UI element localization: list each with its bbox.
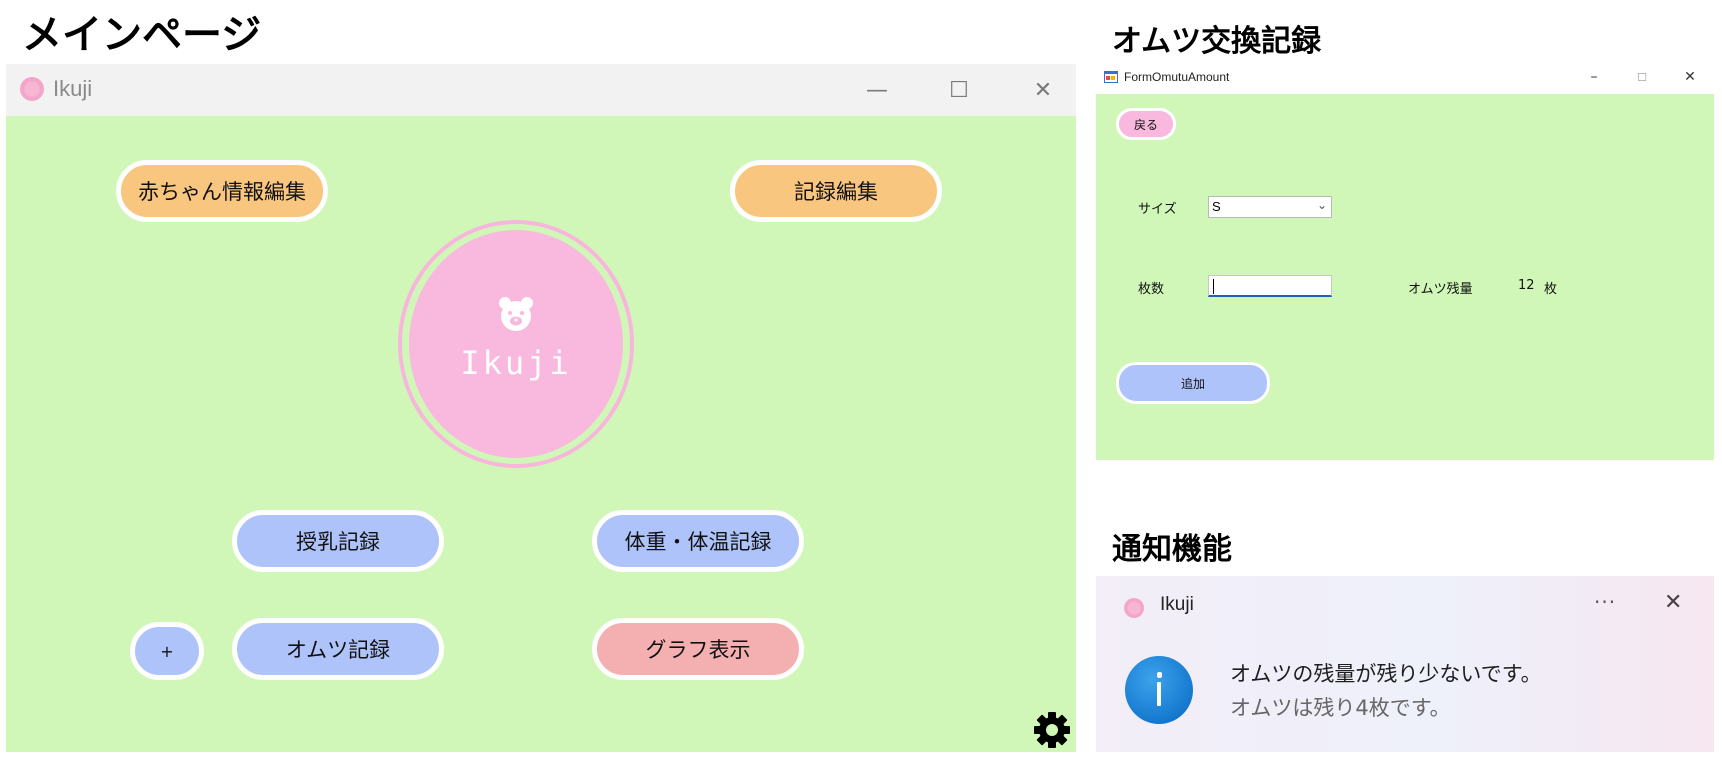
notification-app-name: Ikuji [1160, 594, 1194, 615]
diaper-record-heading: オムツ交換記録 [1112, 24, 1322, 59]
notification-heading: 通知機能 [1112, 532, 1232, 567]
feeding-record-button[interactable]: 授乳記録 [232, 510, 444, 572]
logo-text: Ikuji [460, 344, 572, 382]
notification-close-button[interactable]: ✕ [1664, 590, 1682, 615]
text-caret [1213, 279, 1214, 294]
title-bar: Ikuji — ☐ ✕ [6, 64, 1076, 116]
maximize-button[interactable]: ☐ [1622, 64, 1662, 90]
title-bar: FormOmutuAmount – ☐ ✕ [1096, 64, 1714, 94]
app-icon [20, 77, 44, 101]
diaper-amount-window: FormOmutuAmount – ☐ ✕ 戻る サイズ S ⌄ 枚数 オムツ残… [1096, 64, 1714, 460]
size-value: S [1212, 199, 1221, 214]
weight-temperature-record-button[interactable]: 体重・体温記録 [592, 510, 804, 572]
info-icon [1125, 656, 1193, 724]
maximize-button[interactable]: ☐ [934, 64, 984, 116]
count-input[interactable] [1208, 275, 1332, 297]
count-label: 枚数 [1138, 282, 1165, 297]
size-label: サイズ [1138, 202, 1177, 217]
record-edit-button[interactable]: 記録編集 [730, 160, 942, 222]
form-icon [1104, 71, 1118, 83]
size-select[interactable]: S ⌄ [1208, 196, 1332, 218]
remaining-label: オムツ残量 [1408, 282, 1473, 297]
close-button[interactable]: ✕ [1018, 64, 1068, 116]
main-page-heading: メインページ [22, 12, 262, 58]
plus-button[interactable]: + [130, 622, 204, 680]
close-button[interactable]: ✕ [1670, 64, 1710, 90]
notification-toast: Ikuji ··· ✕ オムツの残量が残り少ないです。 オムツは残り4枚です。 [1096, 576, 1714, 752]
add-button[interactable]: 追加 [1116, 362, 1270, 404]
remaining-value: 12 [1518, 278, 1535, 293]
bear-icon [499, 297, 533, 331]
window-title: Ikuji [53, 76, 93, 101]
diaper-record-button[interactable]: オムツ記録 [232, 618, 444, 680]
graph-display-button[interactable]: グラフ表示 [592, 618, 804, 680]
window-title: FormOmutuAmount [1124, 70, 1230, 84]
minimize-button[interactable]: — [852, 64, 902, 116]
remaining-unit: 枚 [1544, 282, 1558, 297]
chevron-down-icon: ⌄ [1316, 198, 1327, 212]
baby-info-edit-button[interactable]: 赤ちゃん情報編集 [116, 160, 328, 222]
more-options-button[interactable]: ··· [1594, 590, 1616, 614]
gear-icon[interactable] [1032, 710, 1072, 750]
notification-detail: オムツは残り4枚です。 [1230, 696, 1451, 720]
notification-message: オムツの残量が残り少ないです。 [1230, 662, 1542, 686]
back-button[interactable]: 戻る [1116, 108, 1176, 140]
main-window: Ikuji — ☐ ✕ 赤ちゃん情報編集 記録編集 Ikuji 授乳記録 体重・… [6, 64, 1076, 752]
minimize-button[interactable]: – [1574, 64, 1614, 90]
app-icon [1124, 598, 1144, 618]
